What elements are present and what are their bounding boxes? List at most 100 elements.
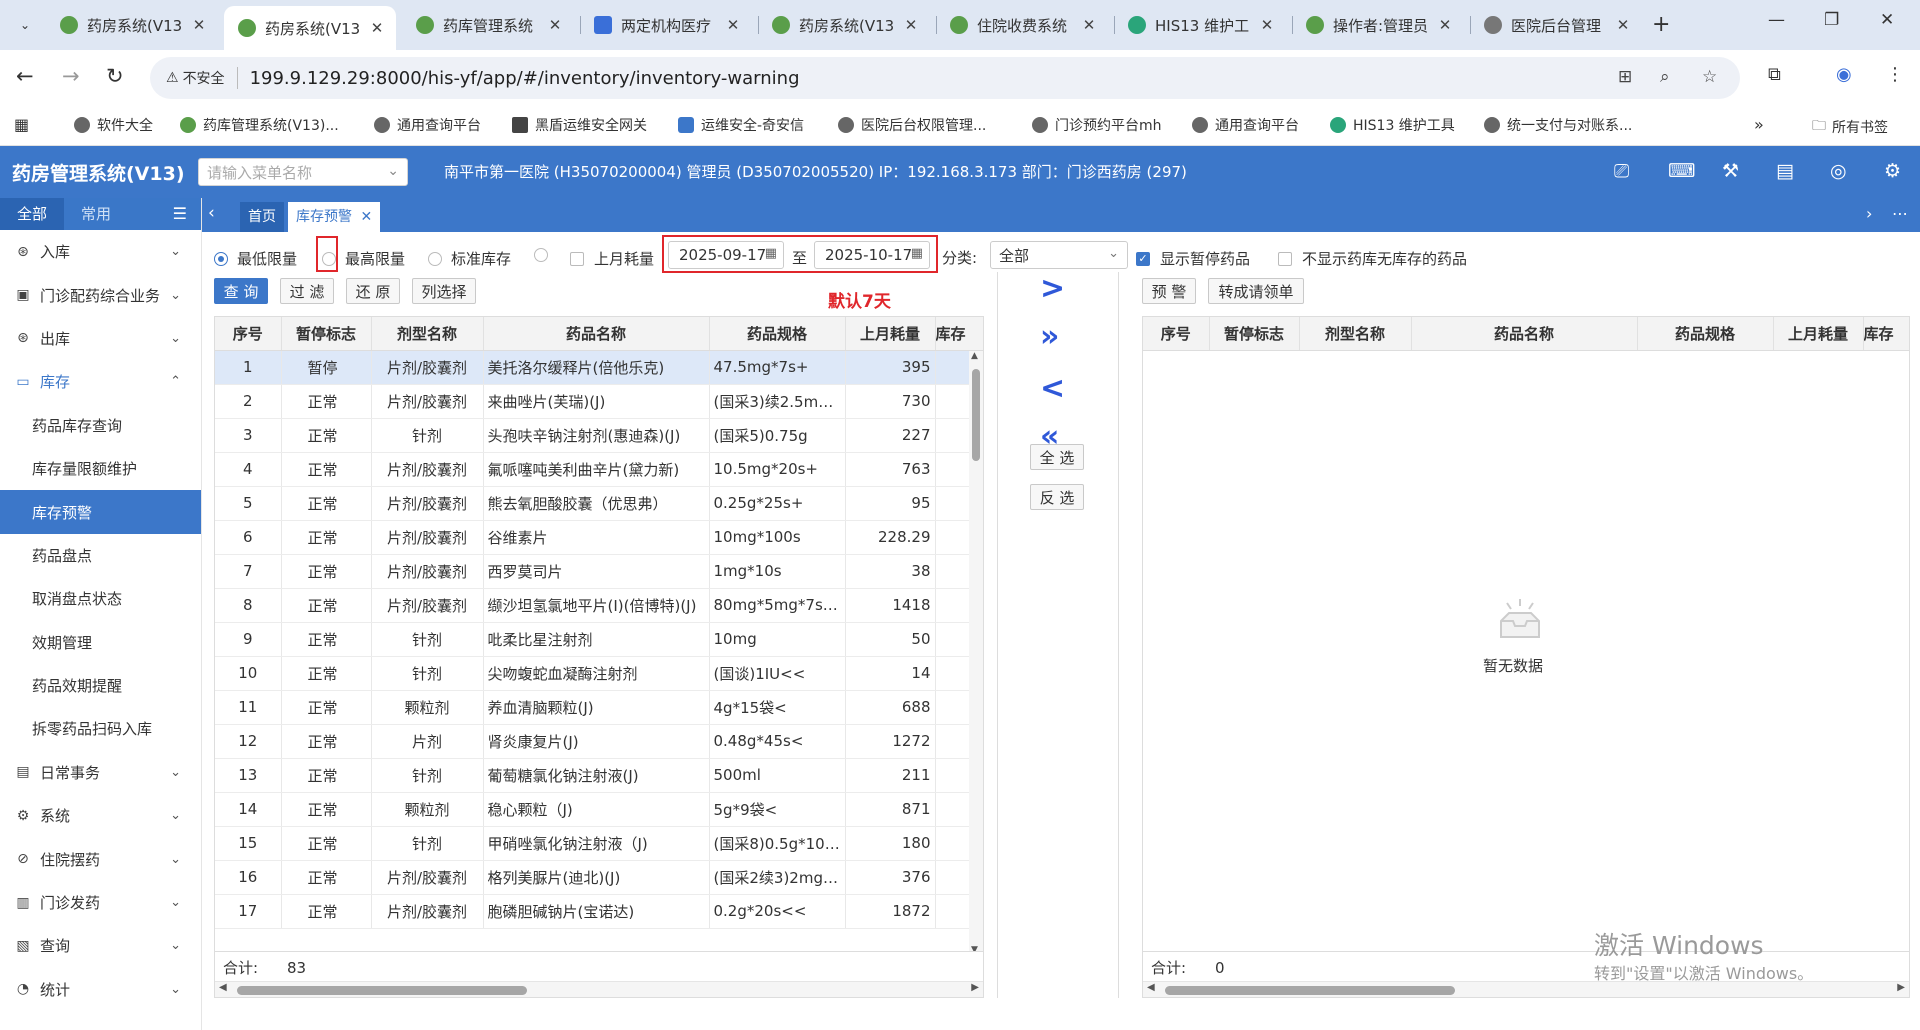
- browser-tab[interactable]: 住院收费系统 ✕: [936, 8, 1108, 42]
- bookmark-item[interactable]: 药库管理系统(V13)...: [180, 115, 339, 135]
- bookmark-item[interactable]: 统一支付与对账系...: [1484, 115, 1632, 135]
- checkbox-show-paused[interactable]: ✓ 显示暂停药品: [1136, 248, 1250, 269]
- bookmark-item[interactable]: 医院后台权限管理...: [838, 115, 986, 135]
- eye-icon[interactable]: ◎: [1830, 160, 1847, 182]
- profile-icon[interactable]: ◉: [1836, 64, 1852, 85]
- url-text[interactable]: 199.9.129.29:8000/his-yf/app/#/inventory…: [250, 68, 800, 89]
- sidebar-item-stock[interactable]: ▭ 库存 ⌃: [0, 360, 201, 403]
- filter-button[interactable]: 过 滤: [280, 278, 334, 304]
- radio-min-limit[interactable]: 最低限量: [214, 248, 297, 269]
- table-row[interactable]: 10 正常 针剂 尖吻蝮蛇血凝酶注射剂 (国谈)1IU<< 14: [215, 656, 983, 691]
- col-header-dosage-form[interactable]: 剂型名称: [371, 317, 484, 351]
- browser-tab[interactable]: 医院后台管理 ✕: [1470, 8, 1642, 42]
- browser-tab[interactable]: 两定机构医疗 ✕: [580, 8, 752, 42]
- tabs-scroll-left-icon[interactable]: ‹: [208, 203, 215, 223]
- col-header-drug-name[interactable]: 药品名称: [1411, 317, 1638, 351]
- table-row[interactable]: 5 正常 片剂/胶囊剂 熊去氧胆酸胶囊（优思弗） 0.25g*25s+ 95: [215, 486, 983, 521]
- settings-gear-icon[interactable]: ⚙: [1884, 160, 1901, 182]
- sidebar-item-query[interactable]: ▧ 查询 ⌄: [0, 924, 201, 967]
- radio-unlabeled[interactable]: [534, 248, 557, 262]
- col-header-spec[interactable]: 药品规格: [709, 317, 846, 351]
- scroll-right-arrow-icon[interactable]: ▶: [971, 982, 979, 993]
- col-header-last-month[interactable]: 上月耗量: [1773, 317, 1864, 351]
- table-row[interactable]: 8 正常 片剂/胶囊剂 缬沙坦氢氯地平片(I)(倍博特)(J) 80mg*5mg*7s<…: [215, 588, 983, 623]
- convert-to-request-button[interactable]: 转成请领单: [1208, 278, 1304, 304]
- col-header-last-month[interactable]: 上月耗量: [845, 317, 936, 351]
- apps-grid-icon[interactable]: ▦: [14, 115, 29, 134]
- browser-tab-active[interactable]: 药房系统(V13 ✕: [224, 6, 396, 50]
- scrollbar-thumb[interactable]: [972, 369, 980, 461]
- move-left-icon[interactable]: <: [1040, 374, 1065, 404]
- close-tab-icon[interactable]: ✕: [1080, 16, 1098, 34]
- more-bookmarks-button[interactable]: »: [1754, 115, 1764, 134]
- translate-icon[interactable]: ⊞: [1618, 67, 1632, 87]
- table-row[interactable]: 16 正常 片剂/胶囊剂 格列美脲片(迪北)(J) (国采2续3)2mg… 376: [215, 860, 983, 895]
- tabs-more-icon[interactable]: ⋯: [1892, 204, 1908, 223]
- bookmark-item[interactable]: 通用查询平台: [374, 115, 481, 135]
- table-row[interactable]: 2 正常 片剂/胶囊剂 来曲唑片(芙瑞)(J) (国采3)续2.5mg… 730: [215, 384, 983, 419]
- all-bookmarks-folder[interactable]: 🗀 所有书签: [1812, 115, 1888, 139]
- table-row[interactable]: 14 正常 颗粒剂 稳心颗粒（J) 5g*9袋< 871: [215, 792, 983, 827]
- reload-icon[interactable]: ↻: [106, 64, 124, 88]
- scrollbar-thumb[interactable]: [237, 986, 527, 995]
- sidebar-item-outpatient-dispense[interactable]: ▣ 门诊配药综合业务 ⌄: [0, 273, 201, 316]
- bookmark-item[interactable]: 门诊预约平台mh: [1032, 115, 1162, 135]
- browser-tab[interactable]: 药房系统(V13 ✕: [758, 8, 930, 42]
- close-tab-icon[interactable]: ✕: [368, 19, 386, 37]
- invert-selection-button[interactable]: 反 选: [1030, 484, 1084, 510]
- table-row[interactable]: 6 正常 片剂/胶囊剂 谷维素片 10mg*100s 228.29: [215, 520, 983, 555]
- table-row[interactable]: 11 正常 颗粒剂 养血清脑颗粒(J) 4g*15袋< 688: [215, 690, 983, 725]
- page-tab-home[interactable]: 首页: [240, 202, 284, 232]
- sidebar-subitem-expiry-management[interactable]: 效期管理: [0, 621, 201, 664]
- sidebar-item-system[interactable]: ⚙ 系统 ⌄: [0, 794, 201, 837]
- bookmark-item[interactable]: 软件大全: [74, 115, 153, 135]
- sidebar-subitem-expiry-reminder[interactable]: 药品效期提醒: [0, 664, 201, 707]
- select-all-button[interactable]: 全 选: [1030, 444, 1084, 470]
- checkbox-hide-no-stock[interactable]: 不显示药库无库存的药品: [1278, 248, 1467, 269]
- tabs-scroll-right-icon[interactable]: ›: [1866, 204, 1872, 223]
- menu-search-select[interactable]: 请输入菜单名称 ⌄: [198, 158, 408, 186]
- reset-button[interactable]: 还 原: [346, 278, 400, 304]
- col-header-stock[interactable]: 库存: [1863, 317, 1909, 351]
- col-header-stock[interactable]: 库存: [935, 317, 983, 351]
- col-header-dosage-form[interactable]: 剂型名称: [1299, 317, 1412, 351]
- table-row[interactable]: 13 正常 针剂 葡萄糖氯化钠注射液(J) 500ml 211: [215, 758, 983, 793]
- browser-tab[interactable]: 药房系统(V13 ✕: [46, 8, 218, 42]
- move-all-right-icon[interactable]: »: [1040, 322, 1059, 352]
- table-row[interactable]: 1 暂停 片剂/胶囊剂 美托洛尔缓释片(倍他乐克) 47.5mg*7s+ 395: [215, 350, 983, 385]
- table-row[interactable]: 15 正常 针剂 甲硝唑氯化钠注射液（J) (国采8)0.5g*10… 180: [215, 826, 983, 861]
- url-omnibox[interactable]: ⚠ 不安全 199.9.129.29:8000/his-yf/app/#/inv…: [150, 57, 1740, 99]
- bookmark-star-icon[interactable]: ☆: [1702, 67, 1717, 87]
- message-icon[interactable]: ⎚: [1614, 160, 1629, 182]
- close-tab-icon[interactable]: ✕: [902, 16, 920, 34]
- sidebar-item-inpatient[interactable]: ⊘ 住院摆药 ⌄: [0, 837, 201, 880]
- browser-tab[interactable]: HIS13 维护工 ✕: [1114, 8, 1286, 42]
- vertical-scrollbar[interactable]: ▲ ▼: [969, 351, 983, 955]
- close-tab-icon[interactable]: ✕: [1436, 16, 1454, 34]
- close-tab-icon[interactable]: ✕: [360, 209, 372, 225]
- date-to-input[interactable]: 2025-10-17 ▦: [814, 241, 930, 269]
- sidebar-subitem-stock-query[interactable]: 药品库存查询: [0, 404, 201, 447]
- security-indicator[interactable]: ⚠ 不安全: [166, 68, 225, 88]
- warning-button[interactable]: 预 警: [1142, 278, 1196, 304]
- sidebar-subitem-scan-inbound[interactable]: 拆零药品扫码入库: [0, 707, 201, 750]
- sidebar-item-statistics[interactable]: ◔ 统计 ⌄: [0, 968, 201, 1011]
- tools-icon[interactable]: ⚒: [1722, 160, 1739, 182]
- close-tab-icon[interactable]: ✕: [1614, 16, 1632, 34]
- bookmark-item[interactable]: 通用查询平台: [1192, 115, 1299, 135]
- scroll-left-arrow-icon[interactable]: ◀: [1147, 982, 1155, 993]
- checkbox-last-month[interactable]: 上月耗量: [570, 248, 654, 269]
- page-tab-stock-warning[interactable]: 库存预警 ✕: [288, 202, 381, 232]
- sidebar-subitem-limit-maintenance[interactable]: 库存量限额维护: [0, 447, 201, 490]
- back-icon[interactable]: ←: [16, 64, 34, 88]
- horizontal-scrollbar[interactable]: ◀ ▶: [215, 981, 983, 997]
- move-right-icon[interactable]: >: [1040, 274, 1065, 304]
- sidebar-subitem-stock-warning[interactable]: 库存预警: [0, 490, 201, 534]
- close-tab-icon[interactable]: ✕: [724, 16, 742, 34]
- zoom-icon[interactable]: ⌕: [1660, 67, 1670, 87]
- scrollbar-thumb[interactable]: [1165, 986, 1455, 995]
- radio-standard-stock[interactable]: 标准库存: [428, 248, 511, 269]
- sidebar-item-daily[interactable]: ▤ 日常事务 ⌄: [0, 751, 201, 794]
- browser-tab[interactable]: 药库管理系统 ✕: [402, 8, 574, 42]
- close-tab-icon[interactable]: ✕: [1258, 16, 1276, 34]
